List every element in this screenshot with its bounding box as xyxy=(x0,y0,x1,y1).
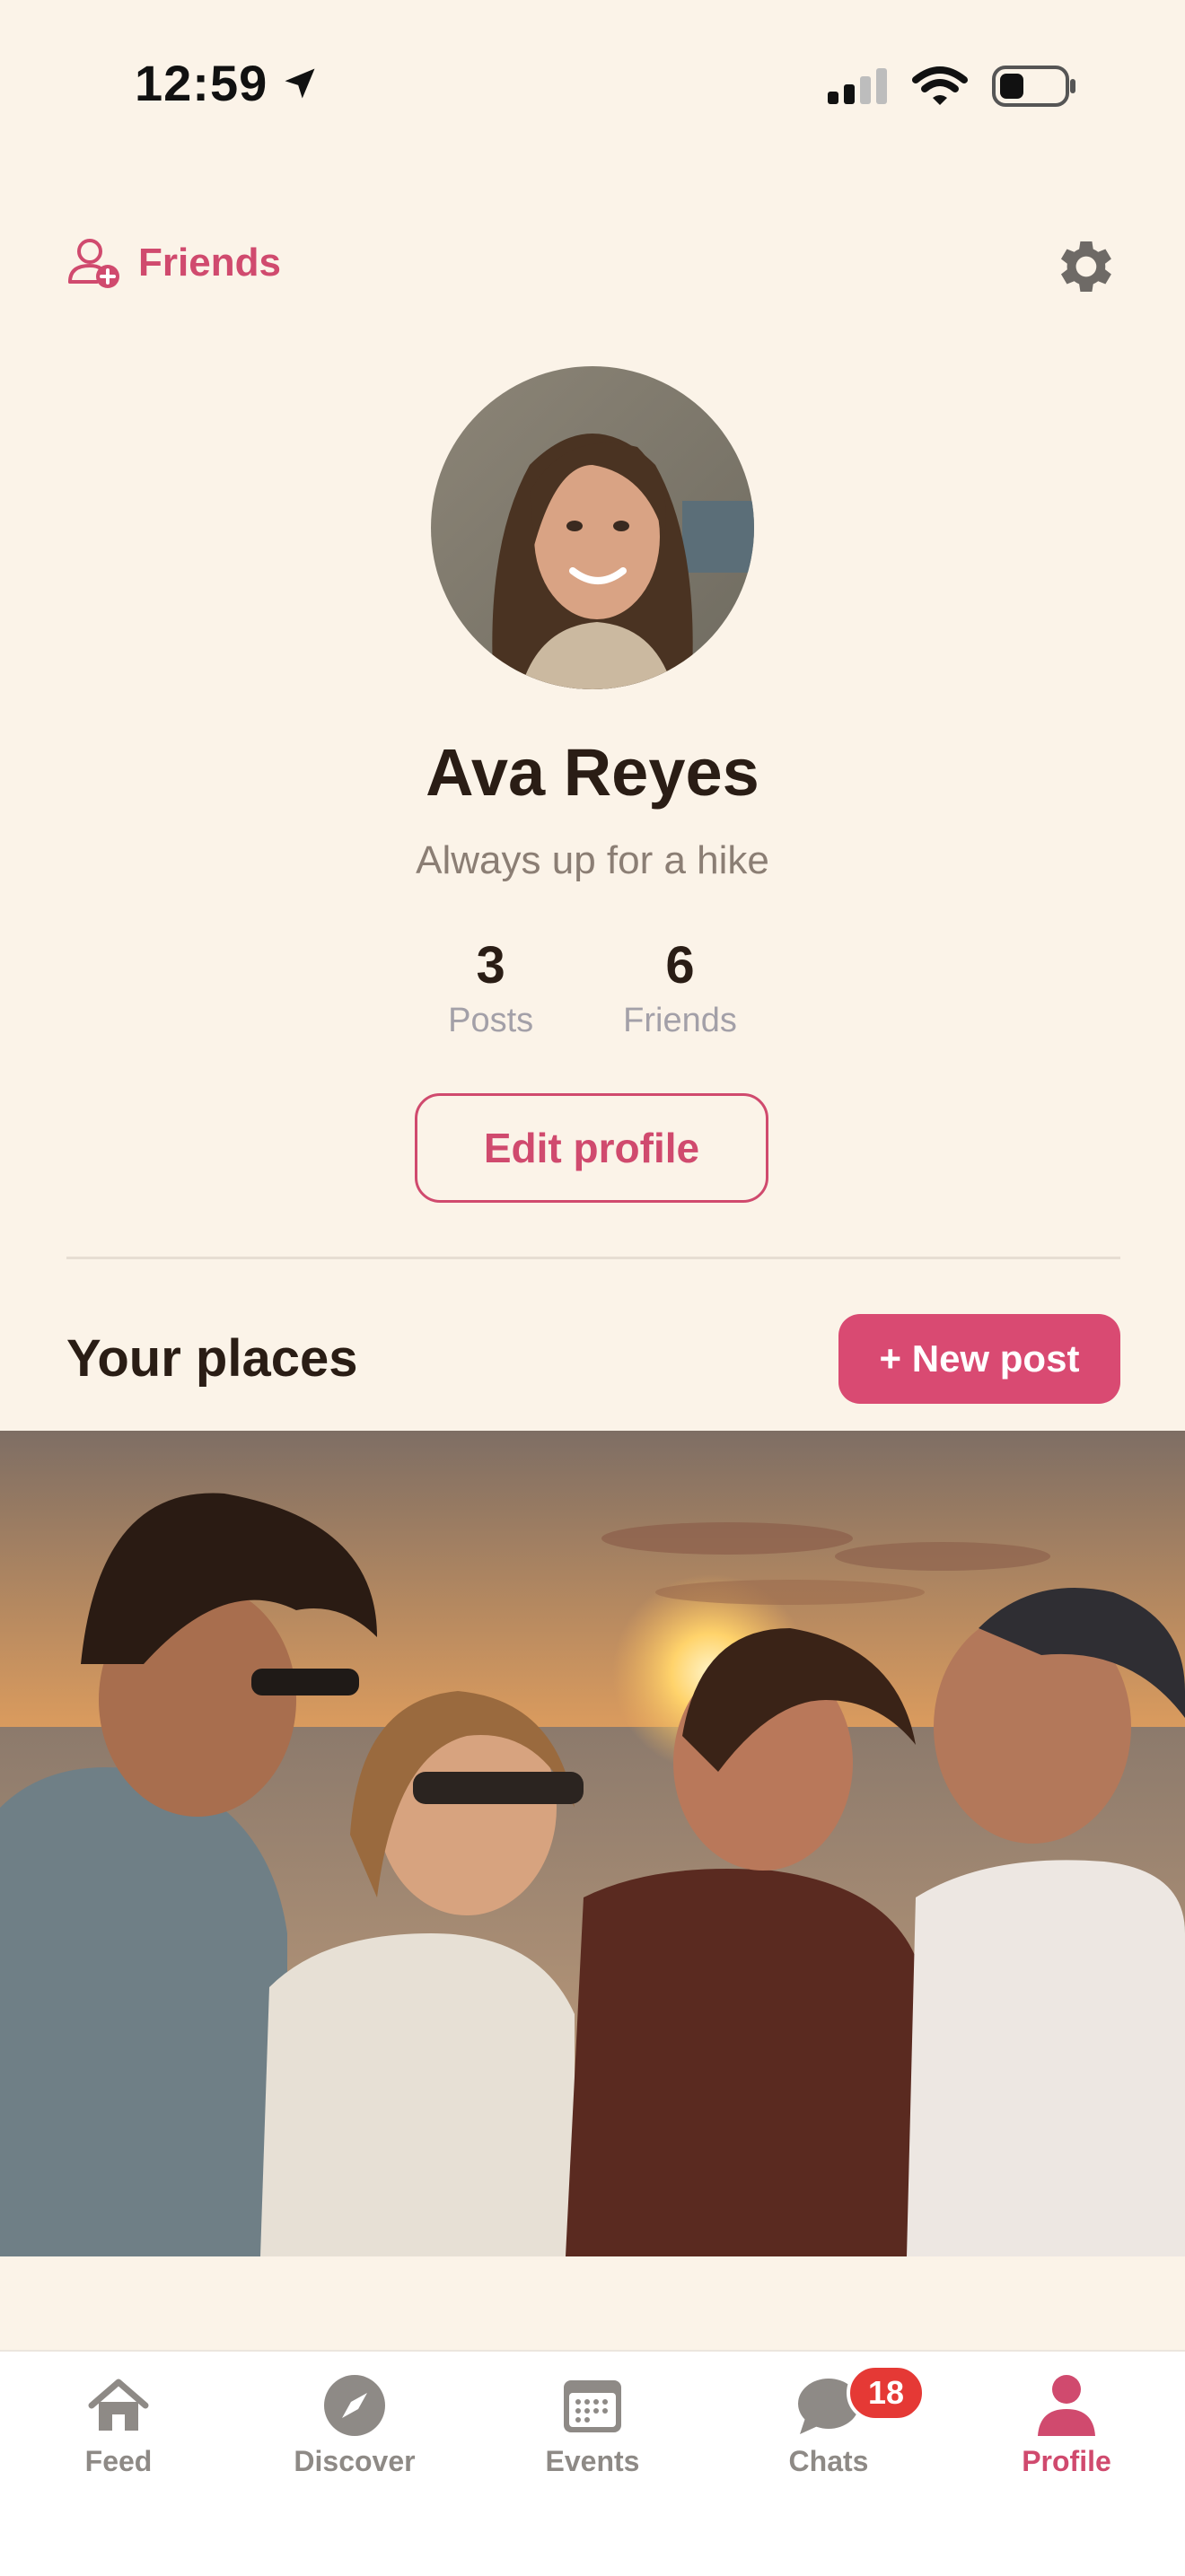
beach-sunset-photo xyxy=(0,1431,1185,2256)
cellular-signal-icon xyxy=(828,68,887,104)
profile-stats: 3 Posts 6 Friends xyxy=(0,933,1185,1040)
tab-chats[interactable]: 18 Chats xyxy=(739,2364,926,2478)
tab-feed-label: Feed xyxy=(84,2445,153,2477)
profile-bio: Always up for a hike xyxy=(416,838,769,882)
profile-name: Ava Reyes xyxy=(426,735,759,810)
friends-label: Friends xyxy=(623,1002,737,1039)
clock-text: 12:59 xyxy=(135,55,268,111)
chats-unread-badge: 18 xyxy=(847,2364,926,2422)
posts-label: Posts xyxy=(448,1002,534,1039)
status-bar-time: 12:59 xyxy=(135,54,320,112)
wifi-icon xyxy=(912,66,968,105)
friends-count: 6 xyxy=(665,936,695,994)
edit-profile-button[interactable]: Edit profile xyxy=(415,1093,768,1203)
your-places-heading: Your places xyxy=(66,1329,358,1388)
tab-profile-label: Profile xyxy=(1022,2445,1111,2477)
home-icon xyxy=(88,2379,149,2431)
calendar-icon xyxy=(564,2380,621,2432)
friends-link[interactable]: Friends xyxy=(66,235,281,291)
battery-icon xyxy=(992,66,1075,107)
posts-stat[interactable]: 3 Posts xyxy=(448,933,533,1040)
location-arrow-icon xyxy=(285,68,315,98)
tab-discover-label: Discover xyxy=(294,2445,416,2477)
new-post-button[interactable]: + New post xyxy=(838,1314,1120,1404)
settings-button[interactable] xyxy=(1049,232,1119,302)
tab-profile[interactable]: Profile xyxy=(977,2371,1156,2478)
friends-link-label: Friends xyxy=(138,241,281,285)
status-bar-indicators xyxy=(826,65,1077,108)
avatar-photo xyxy=(431,366,754,689)
tab-events-label: Events xyxy=(545,2445,640,2477)
tab-events[interactable]: Events xyxy=(503,2371,682,2478)
profile-avatar[interactable] xyxy=(431,366,754,689)
tab-chats-label: Chats xyxy=(788,2445,869,2477)
post-image[interactable] xyxy=(0,1431,1185,2256)
tab-feed[interactable]: Feed xyxy=(29,2371,208,2478)
person-icon xyxy=(1038,2375,1095,2436)
compass-icon xyxy=(324,2375,385,2436)
bottom-tab-bar: Feed Discover Events 18 Chats Profile xyxy=(0,2350,1185,2576)
posts-count: 3 xyxy=(476,936,505,994)
section-divider xyxy=(66,1257,1120,1259)
friends-stat[interactable]: 6 Friends xyxy=(623,933,737,1040)
add-friend-icon xyxy=(68,239,119,288)
gear-icon xyxy=(1060,241,1111,292)
tab-discover[interactable]: Discover xyxy=(265,2371,444,2478)
